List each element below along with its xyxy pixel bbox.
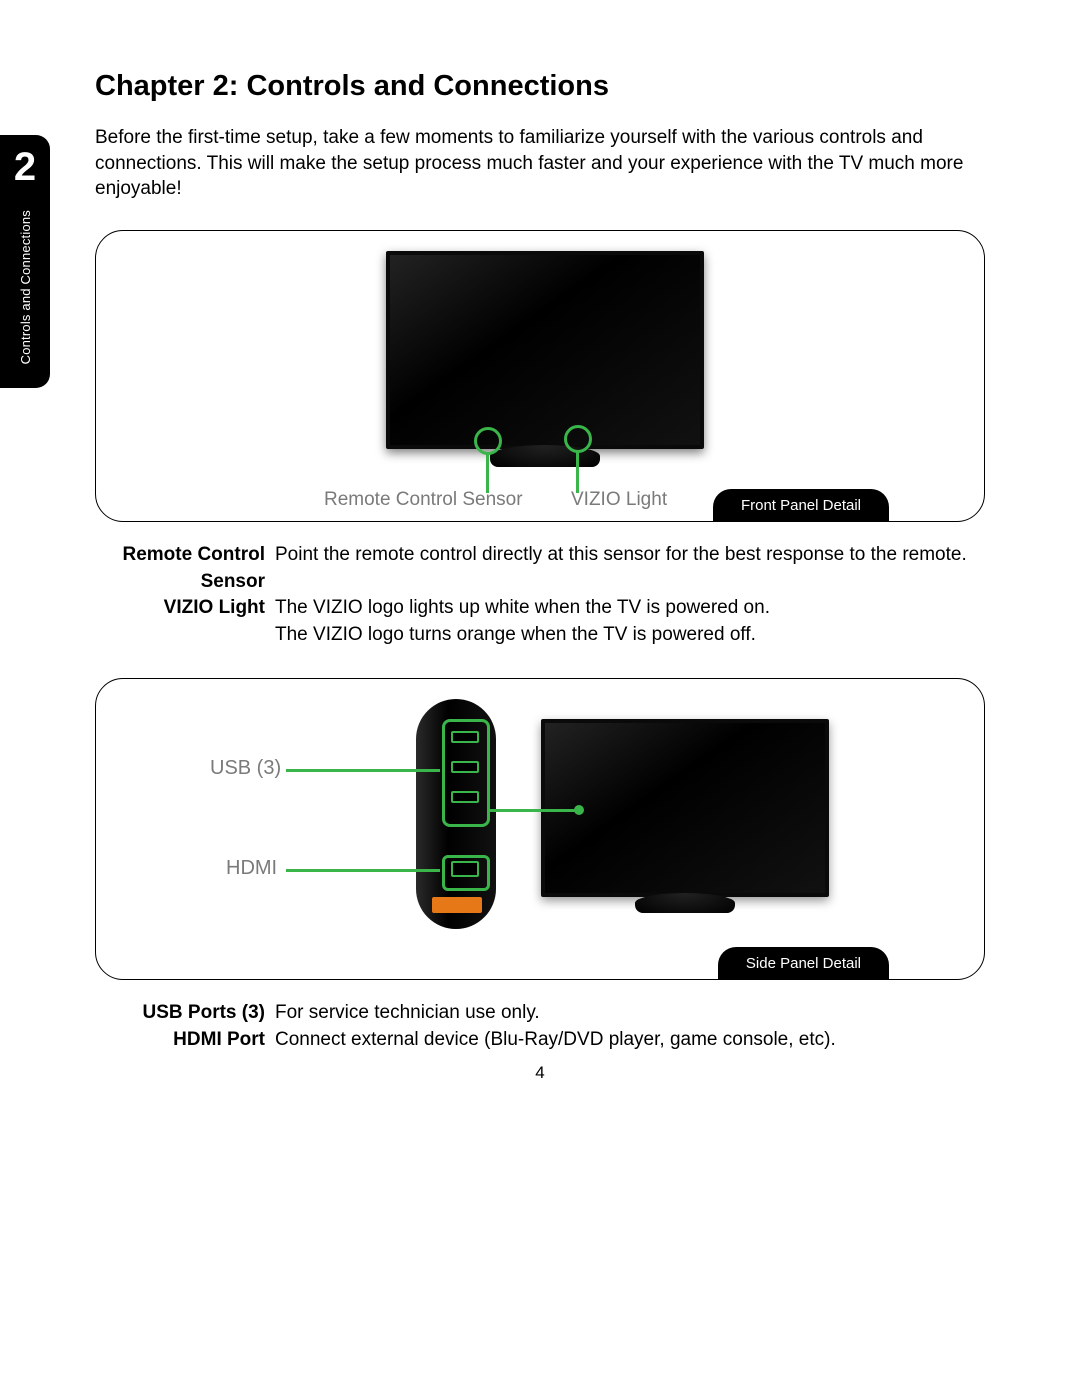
def-term: Remote Control Sensor (95, 542, 275, 595)
callout-line (486, 453, 489, 493)
def-desc: The VIZIO logo lights up white when the … (275, 595, 985, 622)
chapter-tab: 2 Controls and Connections (0, 135, 50, 388)
chapter-title: Chapter 2: Controls and Connections (95, 70, 985, 103)
callout-line (286, 869, 440, 872)
hdmi-port-icon (451, 861, 479, 877)
def-desc: For service technician use only. (275, 1000, 985, 1027)
callout-line (488, 809, 578, 812)
usb-label: USB (3) (210, 757, 281, 780)
hdmi-label: HDMI (226, 857, 277, 880)
side-definitions: USB Ports (3) For service technician use… (95, 1000, 985, 1053)
callout-line (286, 769, 440, 772)
tv-front-illustration (386, 251, 704, 449)
def-term (95, 622, 275, 649)
def-term: VIZIO Light (95, 595, 275, 622)
def-term: HDMI Port (95, 1027, 275, 1054)
side-panel-tag: Side Panel Detail (718, 947, 889, 980)
front-definitions: Remote Control Sensor Point the remote c… (95, 542, 985, 648)
def-desc: The VIZIO logo turns orange when the TV … (275, 622, 985, 649)
def-desc: Connect external device (Blu-Ray/DVD pla… (275, 1027, 985, 1054)
def-desc: Point the remote control directly at thi… (275, 542, 985, 595)
remote-sensor-label: Remote Control Sensor (324, 489, 523, 511)
tv-front-illustration-small (541, 719, 829, 897)
hdmi-label-sticker (432, 897, 482, 913)
vizio-light-marker (564, 425, 592, 453)
remote-sensor-marker (474, 427, 502, 455)
usb-port-icon (451, 791, 479, 803)
callout-line (576, 451, 579, 493)
intro-paragraph: Before the first-time setup, take a few … (95, 125, 985, 202)
usb-port-icon (451, 731, 479, 743)
front-panel-figure: Remote Control Sensor VIZIO Light Front … (95, 230, 985, 522)
side-panel-figure: USB (3) HDMI Side Panel Detail (95, 678, 985, 980)
chapter-number: 2 (14, 145, 36, 190)
vizio-light-label: VIZIO Light (571, 489, 667, 511)
usb-port-icon (451, 761, 479, 773)
front-panel-tag: Front Panel Detail (713, 489, 889, 522)
chapter-tab-label: Controls and Connections (18, 204, 33, 370)
page-number: 4 (0, 1063, 1080, 1083)
def-term: USB Ports (3) (95, 1000, 275, 1027)
